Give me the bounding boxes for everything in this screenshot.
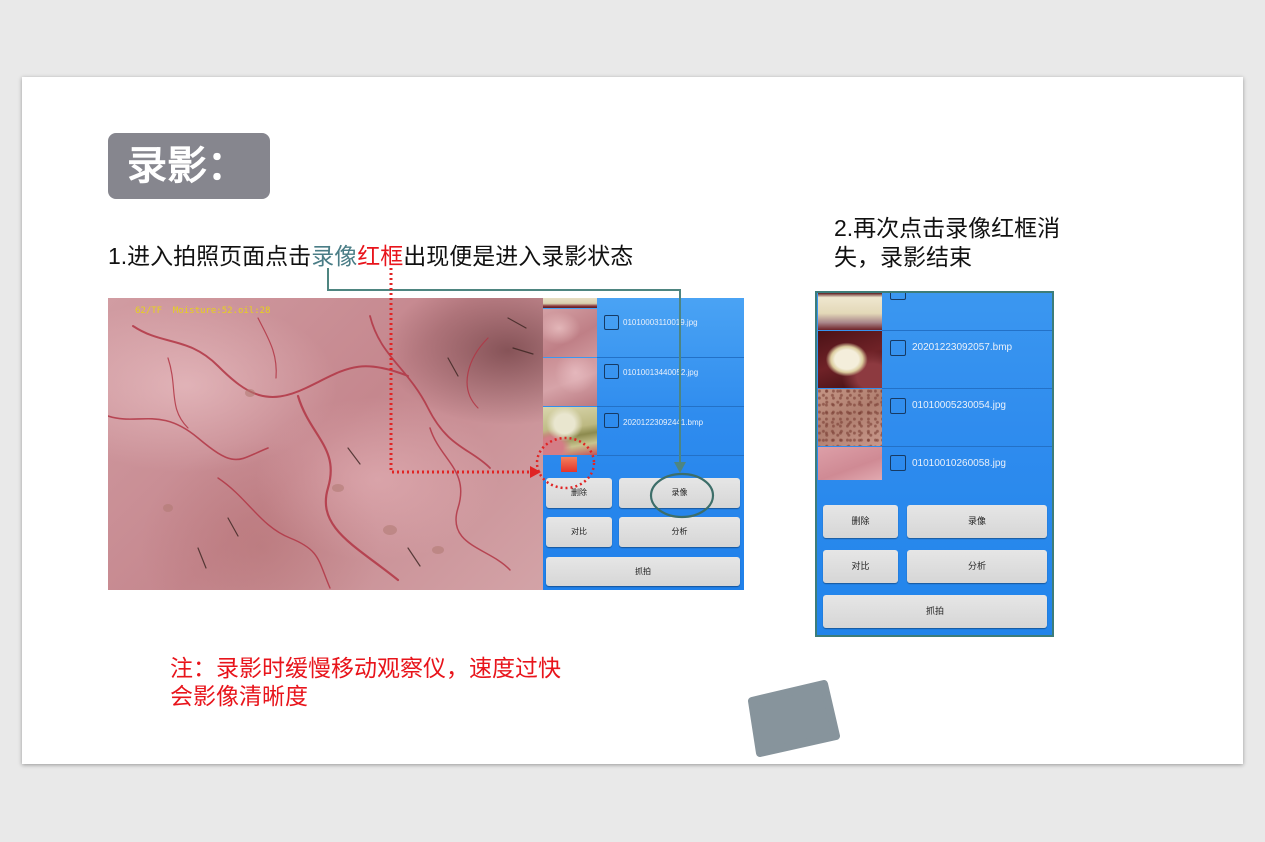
title-badge: 录影： <box>108 133 270 199</box>
file-thumbnail[interactable] <box>543 407 597 455</box>
delete-button[interactable]: 删除 <box>546 478 612 508</box>
stopped-screenshot: 20201223092057.bmp 01010005230054.jpg 01… <box>815 291 1054 637</box>
slide-title: 录影： <box>127 144 247 188</box>
file-thumbnail[interactable] <box>818 389 882 446</box>
file-checkbox[interactable] <box>604 364 619 379</box>
step1-keyword-frame: 红框 <box>357 243 404 269</box>
file-checkbox[interactable] <box>604 315 619 330</box>
file-name[interactable]: 01010003110019.jpg <box>623 318 698 328</box>
file-checkbox-partial[interactable] <box>890 293 906 300</box>
capture-button[interactable]: 抓拍 <box>823 595 1047 628</box>
row-divider <box>597 357 744 358</box>
row-divider <box>882 446 1052 447</box>
delete-button[interactable]: 删除 <box>823 505 898 538</box>
file-name[interactable]: 20201223092057.bmp <box>912 342 1012 354</box>
overlay-readout: 62/TF Moisture:52.oil:28 <box>135 306 271 316</box>
file-thumbnail[interactable] <box>818 447 882 480</box>
camera-preview: 62/TF Moisture:52.oil:28 <box>108 298 543 590</box>
note-line1: 注：录影时缓慢移动观察仪，速度过快 <box>170 655 561 681</box>
slide: 录影： 1.进入拍照页面点击录像红框出现便是进入录影状态 2.再次点击录像红框消… <box>22 77 1243 764</box>
file-checkbox[interactable] <box>890 398 906 414</box>
compare-button[interactable]: 对比 <box>546 517 612 547</box>
thumbnail-partial[interactable] <box>818 293 882 330</box>
note-line2: 会影像清晰度 <box>170 683 308 709</box>
file-checkbox[interactable] <box>890 455 906 471</box>
file-thumbnail[interactable] <box>543 309 597 357</box>
row-divider <box>882 330 1052 331</box>
step2-instruction-line2: 失，录影结束 <box>834 244 972 270</box>
file-panel: 01010003110019.jpg 01010013440052.jpg 20… <box>543 298 744 590</box>
step1-prefix: 1.进入拍照页面点击 <box>108 243 312 269</box>
red-square-icon <box>561 457 577 472</box>
file-checkbox[interactable] <box>604 413 619 428</box>
file-thumbnail[interactable] <box>818 331 882 388</box>
compare-button[interactable]: 对比 <box>823 550 898 583</box>
step1-suffix: 出现便是进入录影状态 <box>403 243 634 269</box>
row-divider <box>597 455 744 456</box>
step1-instruction: 1.进入拍照页面点击录像红框出现便是进入录影状态 <box>108 243 633 269</box>
recording-screenshot: 62/TF Moisture:52.oil:28 01010003110019.… <box>108 298 744 590</box>
file-name[interactable]: 01010005230054.jpg <box>912 400 1006 412</box>
analyze-button[interactable]: 分析 <box>907 550 1047 583</box>
step1-keyword-record: 录像 <box>311 243 358 269</box>
capture-button[interactable]: 抓拍 <box>546 557 740 586</box>
record-button[interactable]: 录像 <box>619 478 740 508</box>
row-divider <box>882 388 1052 389</box>
step2-instruction-line1: 2.再次点击录像红框消 <box>834 215 1061 241</box>
file-name[interactable]: 01010013440052.jpg <box>623 368 698 378</box>
row-divider <box>597 406 744 407</box>
file-thumbnail[interactable] <box>543 358 597 406</box>
file-checkbox[interactable] <box>890 340 906 356</box>
skin-veins-image <box>108 315 534 589</box>
analyze-button[interactable]: 分析 <box>619 517 740 547</box>
file-name[interactable]: 20201223092441.bmp <box>623 418 703 428</box>
file-name[interactable]: 01010010260058.jpg <box>912 458 1006 470</box>
record-button[interactable]: 录像 <box>907 505 1047 538</box>
thumbnail-partial[interactable] <box>543 298 597 308</box>
